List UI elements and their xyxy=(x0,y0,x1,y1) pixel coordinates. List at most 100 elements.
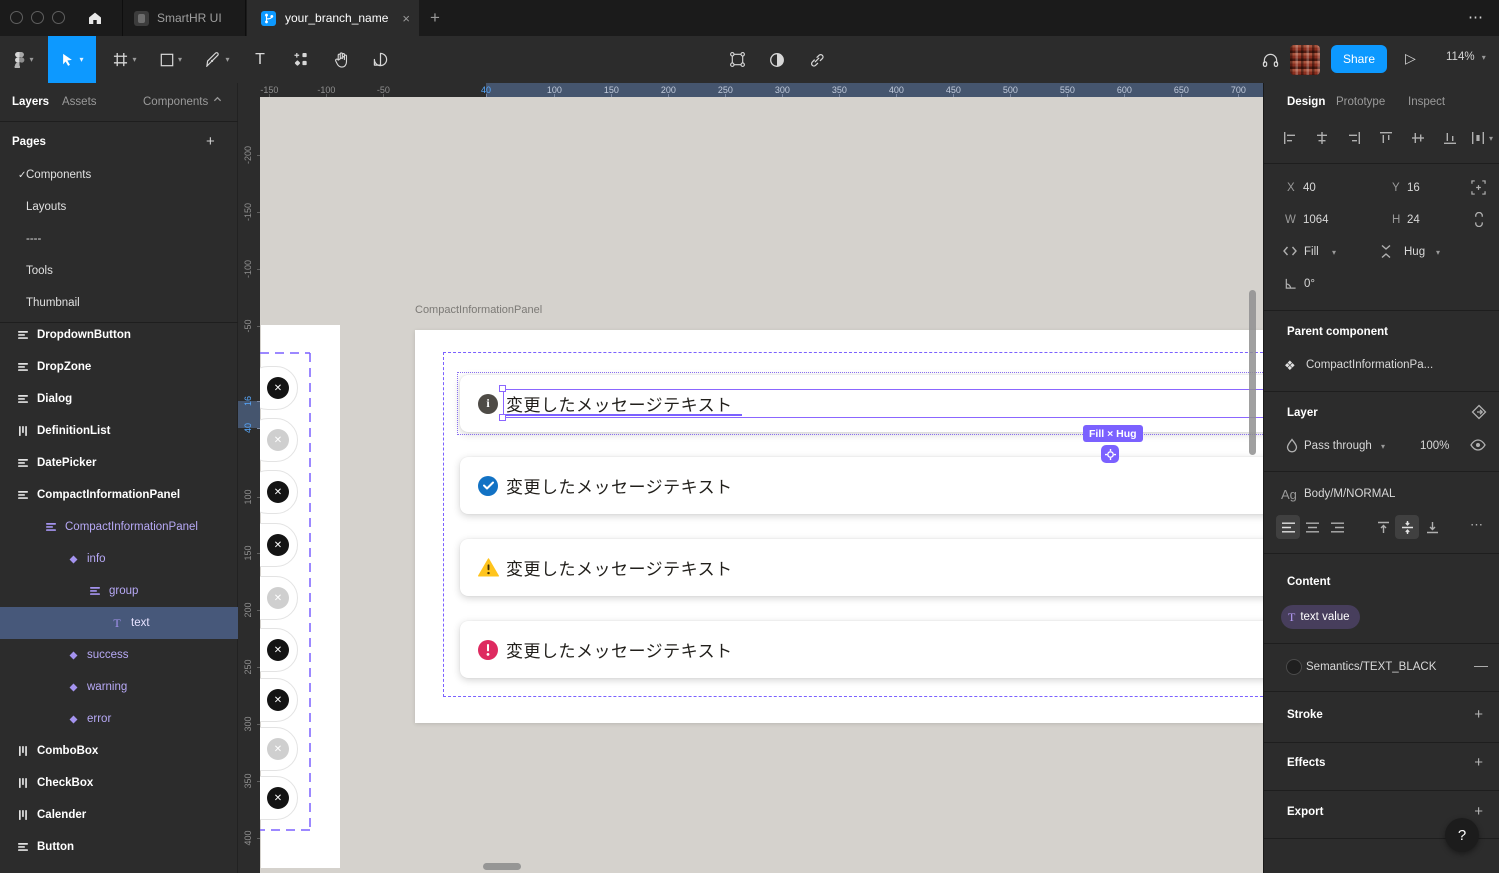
h-value[interactable]: 24 xyxy=(1407,214,1420,226)
add-page-button[interactable]: + xyxy=(206,133,215,150)
tab-inspect[interactable]: Inspect xyxy=(1408,96,1445,108)
canvas-vertical-scrollbar[interactable] xyxy=(1249,290,1256,455)
constrain-proportions-icon[interactable] xyxy=(1473,212,1485,227)
text-more-options-icon[interactable]: ⋯ xyxy=(1470,517,1483,533)
text-valign-top-button[interactable] xyxy=(1371,515,1395,539)
message-card-error[interactable]: 変更したメッセージテキスト xyxy=(460,621,1263,678)
layer-row-compactinformationpanel[interactable]: CompactInformationPanel xyxy=(0,479,238,511)
page-row[interactable]: ✓Components xyxy=(0,159,238,191)
layer-row-dialog[interactable]: Dialog xyxy=(0,383,238,415)
align-horizontal-center-button[interactable] xyxy=(1310,126,1334,150)
user-avatar[interactable] xyxy=(1290,45,1320,75)
text-align-center-button[interactable] xyxy=(1300,515,1324,539)
shape-tool-button[interactable]: ▾ xyxy=(150,36,192,83)
align-top-button[interactable] xyxy=(1374,126,1398,150)
layer-row-compactinformationpanel[interactable]: CompactInformationPanel xyxy=(0,511,238,543)
message-text[interactable]: 変更したメッセージテキスト xyxy=(506,555,733,580)
present-play-icon[interactable]: ▷ xyxy=(1405,50,1416,67)
layer-row-combobox[interactable]: ComboBox xyxy=(0,735,238,767)
adjust-position-icon[interactable] xyxy=(1471,180,1486,195)
edit-object-button[interactable] xyxy=(722,36,752,83)
new-tab-button[interactable]: + xyxy=(430,8,440,28)
text-align-left-button[interactable] xyxy=(1276,515,1300,539)
layer-row-definitionlist[interactable]: DefinitionList xyxy=(0,415,238,447)
resources-tool-button[interactable] xyxy=(285,36,317,83)
align-vertical-center-button[interactable] xyxy=(1406,126,1430,150)
more-options-icon[interactable]: ⋯ xyxy=(1468,8,1484,26)
text-align-right-button[interactable] xyxy=(1325,515,1349,539)
canvas-horizontal-scrollbar[interactable] xyxy=(483,863,521,870)
close-tab-icon[interactable]: × xyxy=(402,11,410,26)
message-text[interactable]: 変更したメッセージテキスト xyxy=(506,637,733,662)
align-right-button[interactable] xyxy=(1342,126,1366,150)
window-close-button[interactable] xyxy=(10,11,23,24)
layer-row-info[interactable]: info xyxy=(0,543,238,575)
content-value-pill[interactable]: T text value xyxy=(1281,605,1360,629)
file-tab-your-branch-name[interactable]: your_branch_name × xyxy=(247,0,419,36)
add-stroke-icon[interactable]: + xyxy=(1474,706,1483,723)
add-export-icon[interactable]: + xyxy=(1474,803,1483,820)
mask-button[interactable] xyxy=(762,36,792,83)
page-row[interactable]: ---- xyxy=(0,223,238,255)
home-button[interactable] xyxy=(78,5,112,31)
tab-layers[interactable]: Layers xyxy=(12,96,49,108)
page-row[interactable]: Layouts xyxy=(0,191,238,223)
help-button[interactable]: ? xyxy=(1445,818,1479,852)
pen-tool-button[interactable]: ▾ xyxy=(197,36,239,83)
align-bottom-button[interactable] xyxy=(1438,126,1462,150)
autolayout-icon[interactable] xyxy=(1101,445,1119,463)
layer-row-text[interactable]: Ttext xyxy=(0,607,238,639)
text-valign-bottom-button[interactable] xyxy=(1420,515,1444,539)
frame-tool-button[interactable]: ▾ xyxy=(104,36,146,83)
tab-assets[interactable]: Assets xyxy=(62,96,97,108)
layer-row-error[interactable]: error xyxy=(0,703,238,735)
layer-row-button[interactable]: Button xyxy=(0,831,238,863)
window-zoom-button[interactable] xyxy=(52,11,65,24)
layer-row-warning[interactable]: warning xyxy=(0,671,238,703)
main-menu-button[interactable]: ▾ xyxy=(6,36,42,83)
tab-prototype[interactable]: Prototype xyxy=(1336,96,1385,108)
align-left-button[interactable] xyxy=(1278,126,1302,150)
horizontal-sizing-select[interactable]: Fill xyxy=(1304,246,1319,258)
page-selector[interactable]: Components xyxy=(143,96,208,108)
page-row[interactable]: Tools xyxy=(0,255,238,287)
text-valign-middle-button[interactable] xyxy=(1395,515,1419,539)
color-swatch[interactable] xyxy=(1286,659,1302,675)
message-text[interactable]: 変更したメッセージテキスト xyxy=(506,473,733,498)
create-link-button[interactable] xyxy=(802,36,832,83)
distribute-spacing-button[interactable]: ▾ xyxy=(1466,126,1498,150)
remove-fill-icon[interactable]: — xyxy=(1474,657,1488,673)
page-row[interactable]: Thumbnail xyxy=(0,287,238,319)
layer-row-dropdownbutton[interactable]: DropdownButton xyxy=(0,323,238,351)
vertical-sizing-select[interactable]: Hug xyxy=(1404,246,1425,258)
blend-mode-select[interactable]: Pass through xyxy=(1304,440,1372,452)
file-tab-smarthr-ui[interactable]: SmartHR UI xyxy=(122,0,246,36)
window-minimize-button[interactable] xyxy=(31,11,44,24)
tab-design[interactable]: Design xyxy=(1287,96,1325,108)
canvas[interactable]: ✕✕✕✕✕✕✕✕✕ CompactInformationPanel i変更したメ… xyxy=(260,97,1263,873)
opacity-value[interactable]: 100% xyxy=(1420,440,1449,452)
layer-row-datepicker[interactable]: DatePicker xyxy=(0,447,238,479)
layer-row-checkbox[interactable]: CheckBox xyxy=(0,767,238,799)
visibility-eye-icon[interactable] xyxy=(1470,439,1486,451)
x-value[interactable]: 40 xyxy=(1303,182,1316,194)
chevron-up-icon[interactable] xyxy=(213,95,222,104)
message-card-success[interactable]: 変更したメッセージテキスト xyxy=(460,457,1263,514)
zoom-level-select[interactable]: 114% ▾ xyxy=(1446,51,1486,63)
selection-handle[interactable] xyxy=(499,385,506,392)
parent-component-row[interactable]: ❖ CompactInformationPa... xyxy=(1264,353,1499,377)
layer-row-success[interactable]: success xyxy=(0,639,238,671)
fill-color-row[interactable]: Semantics/TEXT_BLACK — xyxy=(1264,655,1499,679)
layer-row-calender[interactable]: Calender xyxy=(0,799,238,831)
audio-call-button[interactable] xyxy=(1255,36,1285,83)
comment-tool-button[interactable] xyxy=(364,36,396,83)
text-tool-button[interactable]: T xyxy=(245,36,275,83)
w-value[interactable]: 1064 xyxy=(1303,214,1329,226)
rotation-value[interactable]: 0° xyxy=(1304,278,1315,290)
layer-blend-target-icon[interactable] xyxy=(1471,404,1487,420)
y-value[interactable]: 16 xyxy=(1407,182,1420,194)
text-style-row[interactable]: Ag Body/M/NORMAL xyxy=(1264,482,1499,506)
add-effect-icon[interactable]: + xyxy=(1474,754,1483,771)
selection-handle[interactable] xyxy=(499,414,506,421)
hand-tool-button[interactable] xyxy=(325,36,357,83)
